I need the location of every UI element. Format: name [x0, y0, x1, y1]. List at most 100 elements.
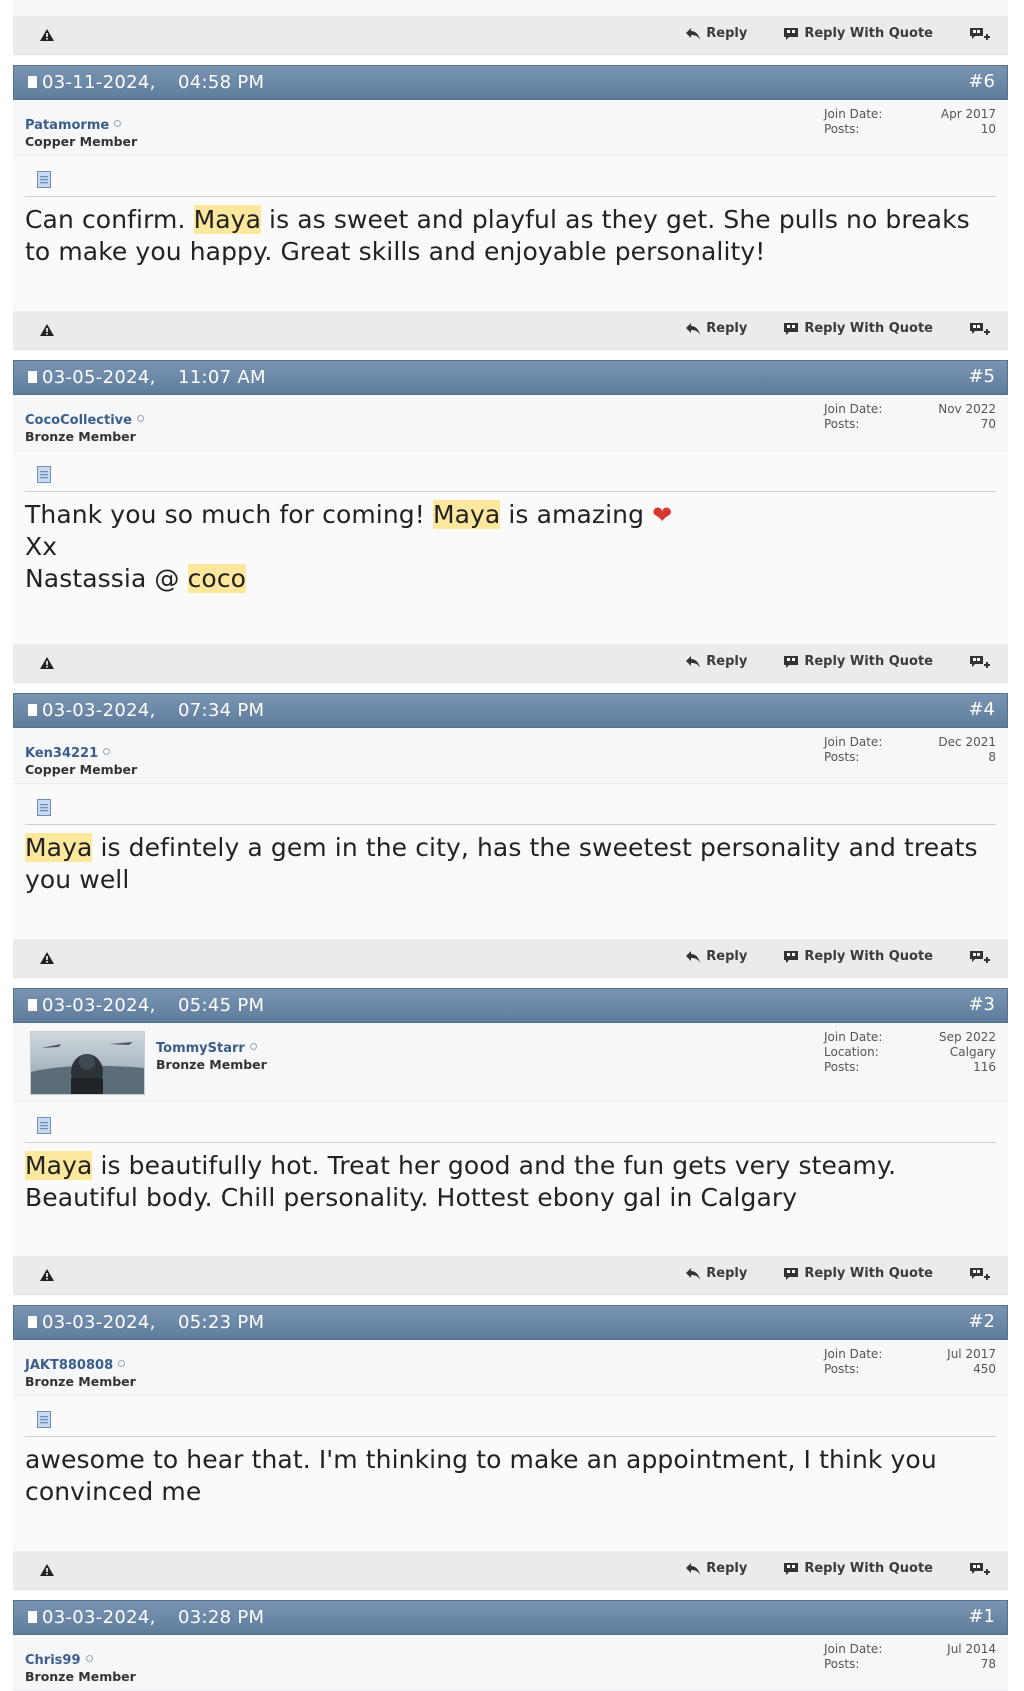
post-userinfo: TommyStarr Bronze Member Join Date: Sep 2…: [13, 1023, 1008, 1102]
user-rank: Copper Member: [25, 134, 138, 149]
reply-button[interactable]: Reply: [685, 321, 747, 336]
post-number-link[interactable]: #6: [968, 71, 995, 92]
post-separator: [25, 196, 996, 197]
post-number-link[interactable]: #5: [968, 366, 995, 387]
username-link[interactable]: JAKT880808: [25, 1358, 113, 1373]
post-separator: [25, 491, 996, 492]
reply-with-quote-label: Reply With Quote: [804, 26, 933, 41]
multi-quote-button[interactable]: [969, 655, 996, 669]
reply-with-quote-label: Reply With Quote: [804, 1561, 933, 1576]
online-status-icon: [136, 415, 144, 422]
multi-quote-button[interactable]: [969, 322, 996, 336]
reply-with-quote-icon: [784, 950, 799, 963]
online-status-icon: [85, 1655, 93, 1662]
avatar[interactable]: [30, 1031, 145, 1095]
reply-with-quote-button[interactable]: Reply With Quote: [783, 1266, 933, 1281]
username-link[interactable]: Ken34221: [25, 746, 98, 761]
posts-label: Posts:: [824, 1362, 860, 1376]
online-status-icon: [103, 748, 111, 755]
report-icon[interactable]: [39, 1563, 55, 1577]
report-icon[interactable]: [39, 1268, 55, 1282]
post-actions-bar: Reply Reply With Quote: [13, 16, 1008, 55]
post-content: awesome to hear that. I'm thinking to ma…: [13, 1396, 1008, 1551]
posts-label: Posts:: [824, 417, 860, 431]
reply-button[interactable]: Reply: [685, 1266, 747, 1281]
report-icon[interactable]: [39, 951, 55, 965]
reply-with-quote-button[interactable]: Reply With Quote: [783, 654, 933, 669]
posts-label: Posts:: [824, 1657, 860, 1671]
post-date: 03-03-2024,: [42, 700, 156, 721]
reply-with-quote-icon: [784, 1562, 799, 1575]
reply-label: Reply: [706, 1266, 748, 1281]
reply-with-quote-button[interactable]: Reply With Quote: [783, 26, 933, 41]
reply-with-quote-button[interactable]: Reply With Quote: [783, 949, 933, 964]
message-text: is defintely a gem in the city, has the …: [92, 833, 978, 862]
user-details: Join Date: Jul 2017 Posts: 450: [824, 1347, 996, 1377]
username-link[interactable]: Chris99: [25, 1653, 81, 1668]
multi-quote-button[interactable]: [969, 1267, 996, 1281]
message-line: Beautiful body. Chill personality. Hotte…: [25, 1183, 798, 1212]
reply-with-quote-label: Reply With Quote: [804, 654, 933, 669]
post-time: 05:23 PM: [178, 1312, 265, 1333]
user-rank: Bronze Member: [156, 1057, 267, 1072]
reply-button[interactable]: Reply: [685, 949, 747, 964]
post-userinfo: JAKT880808 Bronze Member Join Date: Jul 2…: [13, 1340, 1008, 1396]
user-details: Join Date: Sep 2022 Location: Calgary Post…: [824, 1030, 996, 1075]
post-content: Maya is defintely a gem in the city, has…: [13, 784, 1008, 939]
reply-with-quote-icon: [784, 655, 799, 668]
post-actions-bar: Reply Reply With Quote: [13, 311, 1008, 350]
join-date-label: Join Date:: [824, 1347, 883, 1361]
posts-count: 450: [973, 1362, 996, 1376]
reply-button[interactable]: Reply: [685, 654, 747, 669]
post-actions-bar: Reply Reply With Quote: [13, 644, 1008, 683]
message-text: Nastassia @: [25, 564, 188, 593]
user-rank: Copper Member: [25, 762, 138, 777]
multi-quote-icon: [970, 655, 990, 668]
post-number-link[interactable]: #2: [968, 1311, 995, 1332]
report-icon[interactable]: [39, 28, 55, 42]
post-userinfo: Ken34221 Copper Member Join Date: Dec 202…: [13, 728, 1008, 784]
message-line: awesome to hear that. I'm thinking to ma…: [25, 1445, 937, 1474]
username-link[interactable]: Patamorme: [25, 118, 109, 133]
reply-icon: [686, 27, 701, 40]
post-date: 03-05-2024,: [42, 367, 156, 388]
post-number-link[interactable]: #4: [968, 699, 995, 720]
message-icon: [37, 466, 51, 483]
post-header: 03-03-2024, 07:34 PM #4: [13, 693, 1008, 728]
join-date-label: Join Date:: [824, 107, 883, 121]
message-text: Thank you so much for coming!: [25, 500, 433, 529]
previous-post-bottom: [13, 0, 1008, 16]
username-link[interactable]: CocoCollective: [25, 413, 132, 428]
user-details: Join Date: Nov 2022 Posts: 70: [824, 402, 996, 432]
multi-quote-button[interactable]: [969, 950, 996, 964]
post-message: Can confirm. Maya is as sweet and playfu…: [25, 204, 988, 268]
multi-quote-icon: [970, 1267, 990, 1280]
reply-label: Reply: [706, 654, 748, 669]
post-message: Maya is beautifully hot. Treat her good …: [25, 1150, 988, 1214]
online-status-icon: [118, 1360, 126, 1367]
post-date: 03-03-2024,: [42, 1607, 156, 1628]
join-date-value: Dec 2021: [938, 735, 996, 749]
user-rank: Bronze Member: [25, 1669, 136, 1684]
user-details: Join Date: Apr 2017 Posts: 10: [824, 107, 996, 137]
reply-button[interactable]: Reply: [685, 26, 747, 41]
post-number-link[interactable]: #1: [968, 1606, 995, 1627]
reply-icon: [686, 950, 701, 963]
heart-icon: ❤: [652, 501, 673, 529]
report-icon[interactable]: [39, 323, 55, 337]
reply-with-quote-button[interactable]: Reply With Quote: [783, 1561, 933, 1576]
posts-count: 78: [980, 1657, 996, 1671]
post-userinfo: Chris99 Bronze Member Join Date: Jul 2014…: [13, 1635, 1008, 1691]
post-time: 03:28 PM: [178, 1607, 265, 1628]
multi-quote-button[interactable]: [969, 1562, 996, 1576]
report-icon[interactable]: [39, 656, 55, 670]
post-separator: [25, 1142, 996, 1143]
reply-with-quote-button[interactable]: Reply With Quote: [783, 321, 933, 336]
posts-count: 10: [980, 122, 996, 136]
reply-button[interactable]: Reply: [685, 1561, 747, 1576]
highlighted-term: Maya: [432, 500, 501, 529]
user-rank: Bronze Member: [25, 429, 136, 444]
multi-quote-button[interactable]: [969, 27, 996, 41]
username-link[interactable]: TommyStarr: [156, 1041, 245, 1056]
post-number-link[interactable]: #3: [968, 994, 995, 1015]
